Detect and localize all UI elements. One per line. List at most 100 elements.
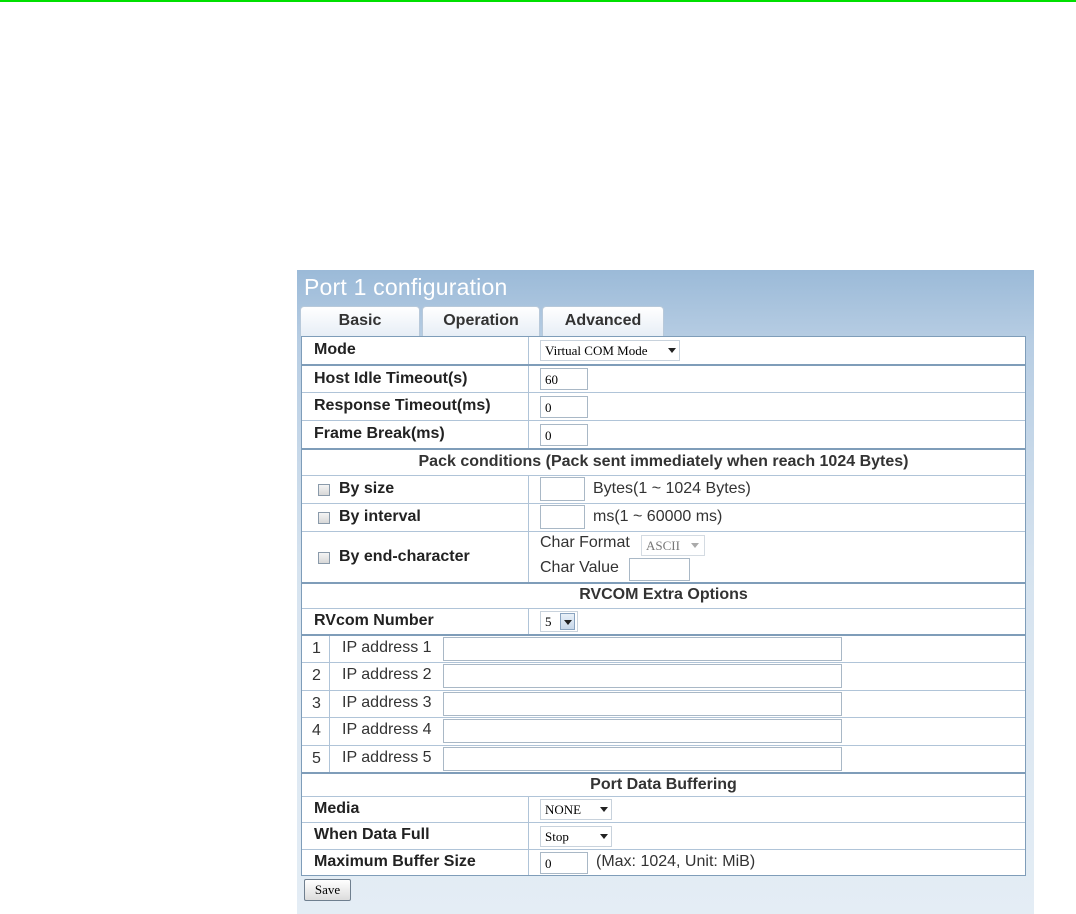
column-divider bbox=[528, 476, 529, 503]
max-buffer-row: Maximum Buffer Size 0 (Max: 1024, Unit: … bbox=[302, 849, 1025, 875]
chevron-down-icon bbox=[600, 807, 608, 812]
char-format-label: Char Format bbox=[540, 534, 630, 551]
rvcom-number-value: 5 bbox=[545, 614, 552, 629]
column-divider bbox=[329, 691, 330, 717]
by-interval-row: By interval ms(1 ~ 60000 ms) bbox=[302, 503, 1025, 531]
ip-row-number: 2 bbox=[312, 667, 321, 684]
ip-row-number: 4 bbox=[312, 722, 321, 739]
page-title: Port 1 configuration bbox=[304, 274, 508, 300]
ip-address-3-input[interactable] bbox=[443, 692, 842, 716]
char-format-select[interactable]: ASCII bbox=[641, 535, 705, 556]
buffering-header: Port Data Buffering bbox=[302, 772, 1025, 796]
chevron-down-icon bbox=[691, 543, 699, 548]
by-size-hint: Bytes(1 ~ 1024 Bytes) bbox=[593, 480, 751, 497]
ip-address-label: IP address 1 bbox=[342, 639, 432, 656]
ip-address-1-input[interactable] bbox=[443, 637, 842, 661]
by-size-checkbox[interactable] bbox=[318, 484, 330, 496]
column-divider bbox=[528, 532, 529, 582]
by-interval-hint: ms(1 ~ 60000 ms) bbox=[593, 508, 723, 525]
by-end-char-label: By end-character bbox=[339, 548, 470, 565]
char-value-label: Char Value bbox=[540, 559, 619, 576]
column-divider bbox=[528, 504, 529, 531]
by-size-row: By size Bytes(1 ~ 1024 Bytes) bbox=[302, 475, 1025, 503]
response-timeout-input[interactable]: 0 bbox=[540, 396, 588, 418]
when-data-full-label: When Data Full bbox=[314, 826, 430, 843]
ip-row-number: 5 bbox=[312, 750, 321, 767]
tab-bar: Basic Operation Advanced bbox=[300, 306, 666, 336]
frame-break-input[interactable]: 0 bbox=[540, 424, 588, 446]
ip-address-label: IP address 3 bbox=[342, 694, 432, 711]
pack-conditions-title: Pack conditions (Pack sent immediately w… bbox=[418, 453, 909, 470]
max-buffer-input[interactable]: 0 bbox=[540, 852, 588, 874]
chevron-down-icon bbox=[564, 620, 572, 625]
ip-row-4: 4 IP address 4 bbox=[302, 717, 1025, 745]
by-end-char-checkbox[interactable] bbox=[318, 552, 330, 564]
buffering-title: Port Data Buffering bbox=[590, 776, 737, 793]
column-divider bbox=[528, 421, 529, 448]
host-idle-input[interactable]: 60 bbox=[540, 368, 588, 390]
column-divider bbox=[528, 337, 529, 364]
max-buffer-hint: (Max: 1024, Unit: MiB) bbox=[596, 853, 756, 870]
ip-address-label: IP address 2 bbox=[342, 666, 432, 683]
tab-basic[interactable]: Basic bbox=[300, 306, 420, 336]
column-divider bbox=[528, 609, 529, 634]
char-value-input[interactable] bbox=[629, 558, 690, 581]
response-timeout-label: Response Timeout(ms) bbox=[314, 397, 491, 414]
mode-label: Mode bbox=[314, 341, 356, 358]
tab-operation[interactable]: Operation bbox=[422, 306, 540, 336]
ip-row-3: 3 IP address 3 bbox=[302, 690, 1025, 717]
by-interval-label: By interval bbox=[339, 508, 421, 525]
rvcom-number-select[interactable]: 5 bbox=[540, 611, 578, 632]
media-select[interactable]: NONE bbox=[540, 799, 612, 820]
media-select-value: NONE bbox=[545, 802, 582, 817]
ip-row-5: 5 IP address 5 bbox=[302, 745, 1025, 772]
chevron-down-icon bbox=[600, 834, 608, 839]
when-data-full-row: When Data Full Stop bbox=[302, 822, 1025, 849]
when-data-full-select[interactable]: Stop bbox=[540, 826, 612, 847]
column-divider bbox=[528, 366, 529, 392]
ip-row-number: 1 bbox=[312, 640, 321, 657]
mode-row: Mode Virtual COM Mode bbox=[302, 337, 1025, 364]
ip-address-2-input[interactable] bbox=[443, 664, 842, 688]
dropdown-button[interactable] bbox=[560, 613, 575, 630]
host-idle-row: Host Idle Timeout(s) 60 bbox=[302, 364, 1025, 392]
ip-address-4-input[interactable] bbox=[443, 719, 842, 743]
settings-table: Mode Virtual COM Mode Host Idle Timeout(… bbox=[301, 336, 1026, 876]
tab-advanced[interactable]: Advanced bbox=[542, 306, 664, 336]
frame-break-label: Frame Break(ms) bbox=[314, 425, 445, 442]
ip-row-1: 1 IP address 1 bbox=[302, 634, 1025, 662]
media-label: Media bbox=[314, 800, 360, 817]
by-interval-input[interactable] bbox=[540, 505, 585, 529]
column-divider bbox=[528, 797, 529, 822]
by-size-input[interactable] bbox=[540, 477, 585, 501]
column-divider bbox=[329, 746, 330, 772]
port-config-panel: Port 1 configuration Basic Operation Adv… bbox=[297, 270, 1034, 914]
ip-row-number: 3 bbox=[312, 695, 321, 712]
host-idle-label: Host Idle Timeout(s) bbox=[314, 370, 468, 387]
column-divider bbox=[528, 393, 529, 420]
response-timeout-row: Response Timeout(ms) 0 bbox=[302, 392, 1025, 420]
ip-row-2: 2 IP address 2 bbox=[302, 662, 1025, 690]
rvcom-title: RVCOM Extra Options bbox=[579, 586, 748, 603]
top-accent-line bbox=[0, 0, 1076, 2]
frame-break-row: Frame Break(ms) 0 bbox=[302, 420, 1025, 448]
column-divider bbox=[329, 636, 330, 662]
max-buffer-label: Maximum Buffer Size bbox=[314, 853, 476, 870]
column-divider bbox=[528, 823, 529, 849]
by-size-label: By size bbox=[339, 480, 395, 497]
rvcom-number-label: RVcom Number bbox=[314, 612, 434, 629]
rvcom-header: RVCOM Extra Options bbox=[302, 582, 1025, 608]
column-divider bbox=[329, 663, 330, 690]
column-divider bbox=[528, 850, 529, 875]
column-divider bbox=[329, 718, 330, 745]
when-data-full-value: Stop bbox=[545, 829, 569, 844]
mode-select[interactable]: Virtual COM Mode bbox=[540, 340, 680, 361]
media-row: Media NONE bbox=[302, 796, 1025, 822]
chevron-down-icon bbox=[668, 348, 676, 353]
by-interval-checkbox[interactable] bbox=[318, 512, 330, 524]
char-format-value: ASCII bbox=[646, 538, 680, 553]
save-button[interactable]: Save bbox=[304, 879, 351, 901]
pack-conditions-header: Pack conditions (Pack sent immediately w… bbox=[302, 448, 1025, 475]
ip-address-5-input[interactable] bbox=[443, 747, 842, 771]
ip-address-label: IP address 5 bbox=[342, 749, 432, 766]
